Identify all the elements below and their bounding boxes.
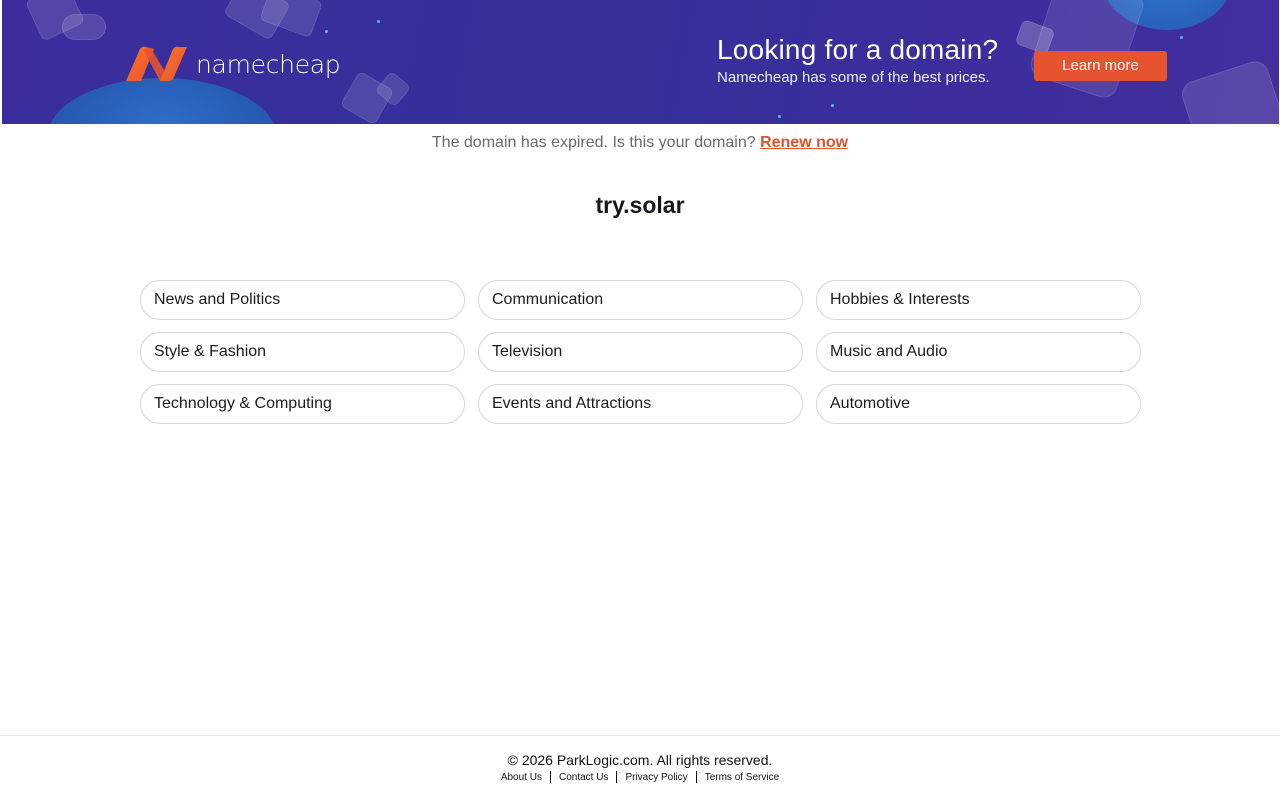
brand-name: namecheap [196,49,341,79]
renew-now-link[interactable]: Renew now [760,134,848,151]
category-link[interactable]: Style & Fashion [140,332,465,372]
globe-decoration [47,78,277,124]
sparkle-decoration [377,20,380,23]
footer-links: About Us Contact Us Privacy Policy Terms… [0,771,1280,783]
category-link[interactable]: Technology & Computing [140,384,465,424]
expired-notice: The domain has expired. Is this your dom… [0,134,1280,152]
promo-text: Looking for a domain? Namecheap has some… [717,33,998,88]
contact-us-link[interactable]: Contact Us [551,772,616,783]
domain-title: try.solar [595,192,685,218]
category-link[interactable]: Music and Audio [816,332,1141,372]
footer: © 2026 ParkLogic.com. All rights reserve… [0,735,1280,800]
learn-more-button[interactable]: Learn more [1034,51,1167,81]
brand-logo[interactable]: namecheap [124,44,341,84]
namecheap-banner[interactable]: namecheap Looking for a domain? Namechea… [2,0,1279,124]
promo-subtitle: Namecheap has some of the best prices. [717,69,990,86]
terms-of-service-link[interactable]: Terms of Service [697,772,787,783]
category-link[interactable]: News and Politics [140,280,465,320]
cloud-decoration [62,14,106,40]
about-us-link[interactable]: About Us [493,772,550,783]
category-link[interactable]: Television [478,332,803,372]
category-link[interactable]: Events and Attractions [478,384,803,424]
expired-notice-text: The domain has expired. Is this your dom… [431,134,756,151]
card-decoration [1178,57,1279,124]
page: namecheap Looking for a domain? Namechea… [0,0,1280,800]
category-link[interactable]: Hobbies & Interests [816,280,1141,320]
promo-title: Looking for a domain? [717,34,999,65]
sparkle-decoration [778,115,781,118]
copyright-text: © 2026 ParkLogic.com. All rights reserve… [507,752,773,768]
sparkle-decoration [831,104,834,107]
privacy-policy-link[interactable]: Privacy Policy [617,772,695,783]
category-link[interactable]: Communication [478,280,803,320]
namecheap-logo-icon [126,46,187,81]
category-link[interactable]: Automotive [816,384,1141,424]
sparkle-decoration [1180,36,1183,39]
sparkle-decoration [325,30,328,33]
category-grid: News and Politics Communication Hobbies … [140,280,1141,424]
